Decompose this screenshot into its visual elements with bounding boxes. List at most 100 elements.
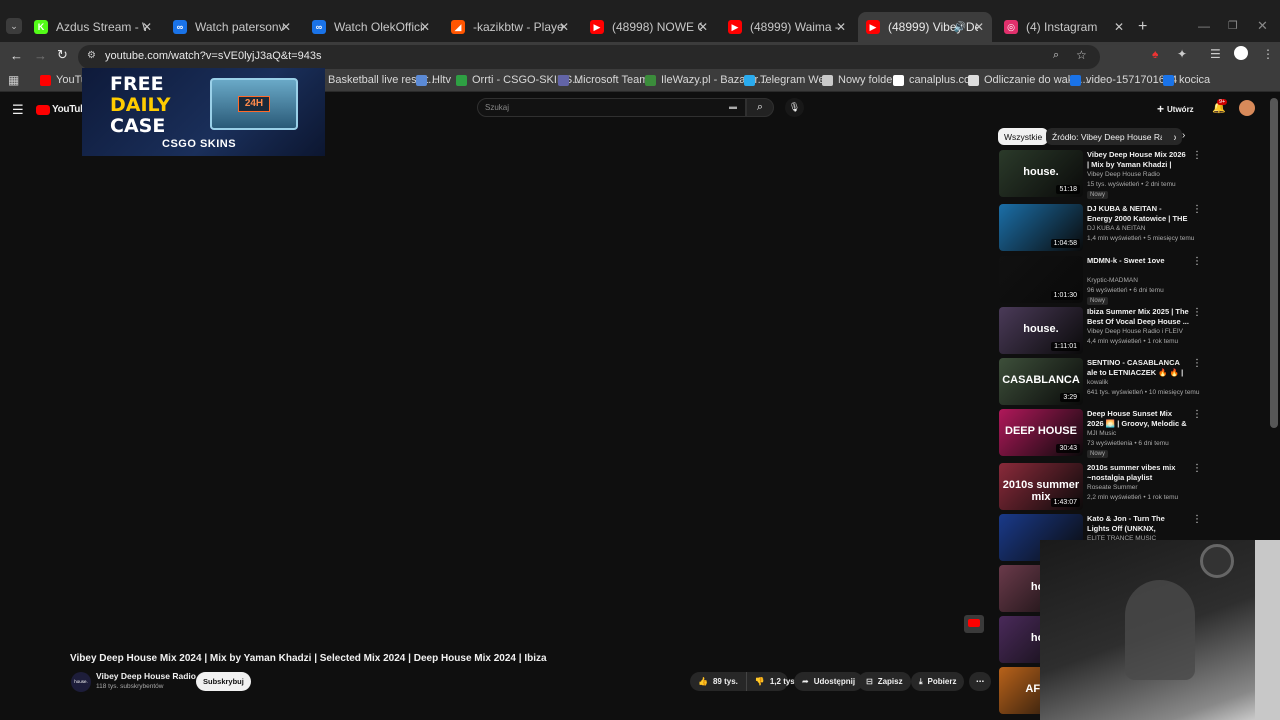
search-input[interactable]: Szukaj ▬ bbox=[477, 98, 746, 117]
restore-icon[interactable]: ❐ bbox=[1228, 19, 1238, 32]
tab-search-icon[interactable]: ⌄ bbox=[6, 18, 22, 34]
recommended-video[interactable]: house. 51:18 Vibey Deep House Mix 2026 | M… bbox=[999, 150, 1202, 200]
video-channel[interactable]: Roseate Summer bbox=[1087, 484, 1138, 491]
tab-close-icon[interactable]: ✕ bbox=[698, 20, 708, 34]
browser-tab[interactable]: ◢ -kazikbtw - Player Profile✕ bbox=[443, 12, 577, 42]
search-button-icon[interactable]: ⌕ bbox=[746, 98, 774, 117]
video-menu-icon[interactable]: ⋮ bbox=[1192, 150, 1202, 161]
new-tab-button[interactable]: + bbox=[1138, 18, 1147, 36]
video-title[interactable]: DJ KUBA & NEITAN - Energy 2000 Katowice … bbox=[1087, 204, 1189, 223]
browser-tab[interactable]: ∞ Watch OlekOfficial po je✕ bbox=[304, 12, 438, 42]
tab-close-icon[interactable]: ✕ bbox=[836, 20, 846, 34]
video-title[interactable]: MDMN-k - Sweet 1ove bbox=[1087, 256, 1189, 266]
video-menu-icon[interactable]: ⋮ bbox=[1192, 256, 1202, 267]
recommended-video[interactable]: CASABLANCA 3:29 SENTINO - CASABLANCA ale t… bbox=[999, 358, 1202, 408]
video-menu-icon[interactable]: ⋮ bbox=[1192, 358, 1202, 369]
tab-close-icon[interactable]: ✕ bbox=[142, 20, 152, 34]
browser-tab[interactable]: ∞ Watch patersonvibe | Str✕ bbox=[165, 12, 299, 42]
download-button[interactable]: ⤓ Pobierz bbox=[911, 672, 965, 691]
bookmark-star-icon[interactable]: ☆ bbox=[1076, 48, 1087, 62]
video-thumbnail[interactable]: DEEP HOUSE 30:43 bbox=[999, 409, 1083, 456]
recommended-video[interactable]: house. 1:11:01 Ibiza Summer Mix 2025 | The… bbox=[999, 307, 1202, 357]
channel-avatar[interactable]: house. bbox=[71, 672, 91, 692]
chip-all[interactable]: Wszystkie bbox=[998, 128, 1049, 145]
video-channel[interactable]: MJI Music bbox=[1087, 430, 1116, 437]
forward-icon[interactable]: → bbox=[34, 48, 47, 63]
bookmark-item[interactable]: canalplus.com bbox=[893, 74, 979, 86]
extension-icon[interactable]: ♠ bbox=[1152, 47, 1158, 61]
browser-tab[interactable]: K Azdus Stream - Watch Li✕ bbox=[26, 12, 160, 42]
video-menu-icon[interactable]: ⋮ bbox=[1192, 409, 1202, 420]
reading-list-icon[interactable]: ☰ bbox=[1210, 47, 1221, 61]
recommended-video[interactable]: 1:01:30 MDMN-k - Sweet 1ove Kryptic-MADMAN… bbox=[999, 256, 1202, 306]
apps-grid-icon[interactable]: ▦ bbox=[8, 73, 19, 87]
keyboard-icon[interactable]: ▬ bbox=[729, 102, 737, 111]
video-title[interactable]: Ibiza Summer Mix 2025 | The Best Of Voca… bbox=[1087, 307, 1189, 326]
create-button[interactable]: + Utwórz bbox=[1157, 102, 1194, 116]
video-menu-icon[interactable]: ⋮ bbox=[1192, 463, 1202, 474]
video-title[interactable]: Vibey Deep House Mix 2026 | Mix by Yaman… bbox=[1087, 150, 1189, 169]
tab-close-icon[interactable]: ✕ bbox=[974, 20, 984, 34]
csgo-skins-ad[interactable]: FREE DAILY CASE 24H CSGO SKINS bbox=[82, 68, 325, 156]
video-menu-icon[interactable]: ⋮ bbox=[1192, 307, 1202, 318]
browser-tab[interactable]: ◎ (4) Instagram ✕ bbox=[996, 12, 1132, 42]
tab-close-icon[interactable]: ✕ bbox=[420, 20, 430, 34]
save-button[interactable]: ⊟ Zapisz bbox=[858, 672, 911, 691]
zoom-icon[interactable]: ⌕ bbox=[1053, 49, 1059, 62]
bookmark-item[interactable]: kocica bbox=[1163, 74, 1210, 86]
user-avatar[interactable] bbox=[1239, 100, 1255, 116]
like-button[interactable]: 👍 89 tys. bbox=[690, 672, 747, 691]
recommended-video[interactable]: DEEP HOUSE 30:43 Deep House Sunset Mix 202… bbox=[999, 409, 1202, 459]
tab-audio-icon[interactable]: 🔊 bbox=[954, 22, 966, 33]
chips-next-icon[interactable]: › bbox=[1182, 130, 1185, 141]
video-channel[interactable]: Kryptic-MADMAN bbox=[1087, 277, 1138, 284]
page-scrollbar[interactable] bbox=[1270, 98, 1278, 428]
bookmark-item[interactable]: video-1571701694 bbox=[1070, 74, 1177, 86]
recommended-video[interactable]: 1:04:58 DJ KUBA & NEITAN - Energy 2000 Ka… bbox=[999, 204, 1202, 254]
url-text[interactable]: youtube.com/watch?v=sVE0lyjJ3aQ&t=943s bbox=[105, 50, 321, 62]
video-thumbnail[interactable]: 2010s summer mix 1:43:07 bbox=[999, 463, 1083, 510]
browser-tab[interactable]: ▶(48999) Vibey Deep H🔊✕ bbox=[858, 12, 992, 42]
video-thumbnail[interactable]: 1:04:58 bbox=[999, 204, 1083, 251]
player-youtube-icon[interactable] bbox=[964, 615, 984, 633]
bookmark-item[interactable]: Hltv bbox=[416, 74, 451, 86]
back-icon[interactable]: ← bbox=[10, 48, 23, 63]
video-menu-icon[interactable]: ⋮ bbox=[1192, 204, 1202, 215]
video-title[interactable]: SENTINO - CASABLANCA ale to LETNIACZEK 🔥… bbox=[1087, 358, 1189, 377]
video-title[interactable]: Kato & Jon - Turn The Lights Off (UNKNX,… bbox=[1087, 514, 1189, 533]
bookmark-item[interactable]: Telegram Web bbox=[744, 74, 831, 86]
recommended-video[interactable]: 2010s summer mix 1:43:07 2010s summer vibe… bbox=[999, 463, 1202, 513]
browser-tab[interactable]: ▶ (48999) Waima - TOPFLO✕ bbox=[720, 12, 854, 42]
video-channel[interactable]: Vibey Deep House Radio i FLEIV bbox=[1087, 328, 1183, 335]
browser-tab[interactable]: ▶ (48998) NOWE CIOCIE - F✕ bbox=[582, 12, 716, 42]
more-actions-button[interactable]: ⋯ bbox=[969, 672, 991, 691]
video-menu-icon[interactable]: ⋮ bbox=[1192, 514, 1202, 525]
video-title[interactable]: Deep House Sunset Mix 2026 🌅 | Groovy, M… bbox=[1087, 409, 1189, 428]
bookmark-item[interactable]: Nowy folder bbox=[822, 74, 896, 86]
video-thumbnail[interactable]: 1:01:30 bbox=[999, 256, 1083, 303]
tab-close-icon[interactable]: ✕ bbox=[1114, 20, 1124, 34]
video-thumbnail[interactable]: house. 51:18 bbox=[999, 150, 1083, 197]
tab-close-icon[interactable]: ✕ bbox=[559, 20, 569, 34]
subscribe-button[interactable]: Subskrybuj bbox=[196, 672, 251, 691]
extensions-puzzle-icon[interactable]: ✦ bbox=[1177, 47, 1187, 61]
video-thumbnail[interactable]: house. 1:11:01 bbox=[999, 307, 1083, 354]
reload-icon[interactable]: ↻ bbox=[57, 47, 68, 63]
share-button[interactable]: ➦ Udostępnij bbox=[794, 672, 864, 691]
chip-partial[interactable] bbox=[1162, 128, 1174, 145]
video-channel[interactable]: kowalik bbox=[1087, 379, 1108, 386]
voice-search-icon[interactable]: 🎙 bbox=[785, 98, 804, 117]
hamburger-menu-icon[interactable]: ☰ bbox=[12, 102, 24, 118]
minimize-icon[interactable]: — bbox=[1198, 19, 1210, 33]
video-channel[interactable]: Vibey Deep House Radio bbox=[1087, 171, 1160, 178]
profile-avatar[interactable] bbox=[1234, 46, 1248, 60]
video-title[interactable]: 2010s summer vibes mix ~nostalgia playli… bbox=[1087, 463, 1189, 482]
video-channel[interactable]: DJ KUBA & NEITAN bbox=[1087, 225, 1145, 232]
site-info-icon[interactable]: ⚙ bbox=[87, 50, 96, 61]
close-window-icon[interactable]: ✕ bbox=[1257, 18, 1268, 34]
channel-name[interactable]: Vibey Deep House Radio bbox=[96, 671, 196, 681]
tab-close-icon[interactable]: ✕ bbox=[281, 20, 291, 34]
browser-menu-icon[interactable]: ⋮ bbox=[1262, 47, 1274, 61]
address-bar[interactable]: ⚙ youtube.com/watch?v=sVE0lyjJ3aQ&t=943s… bbox=[78, 45, 1100, 69]
bookmark-item[interactable]: Microsoft Teams bbox=[558, 74, 654, 86]
